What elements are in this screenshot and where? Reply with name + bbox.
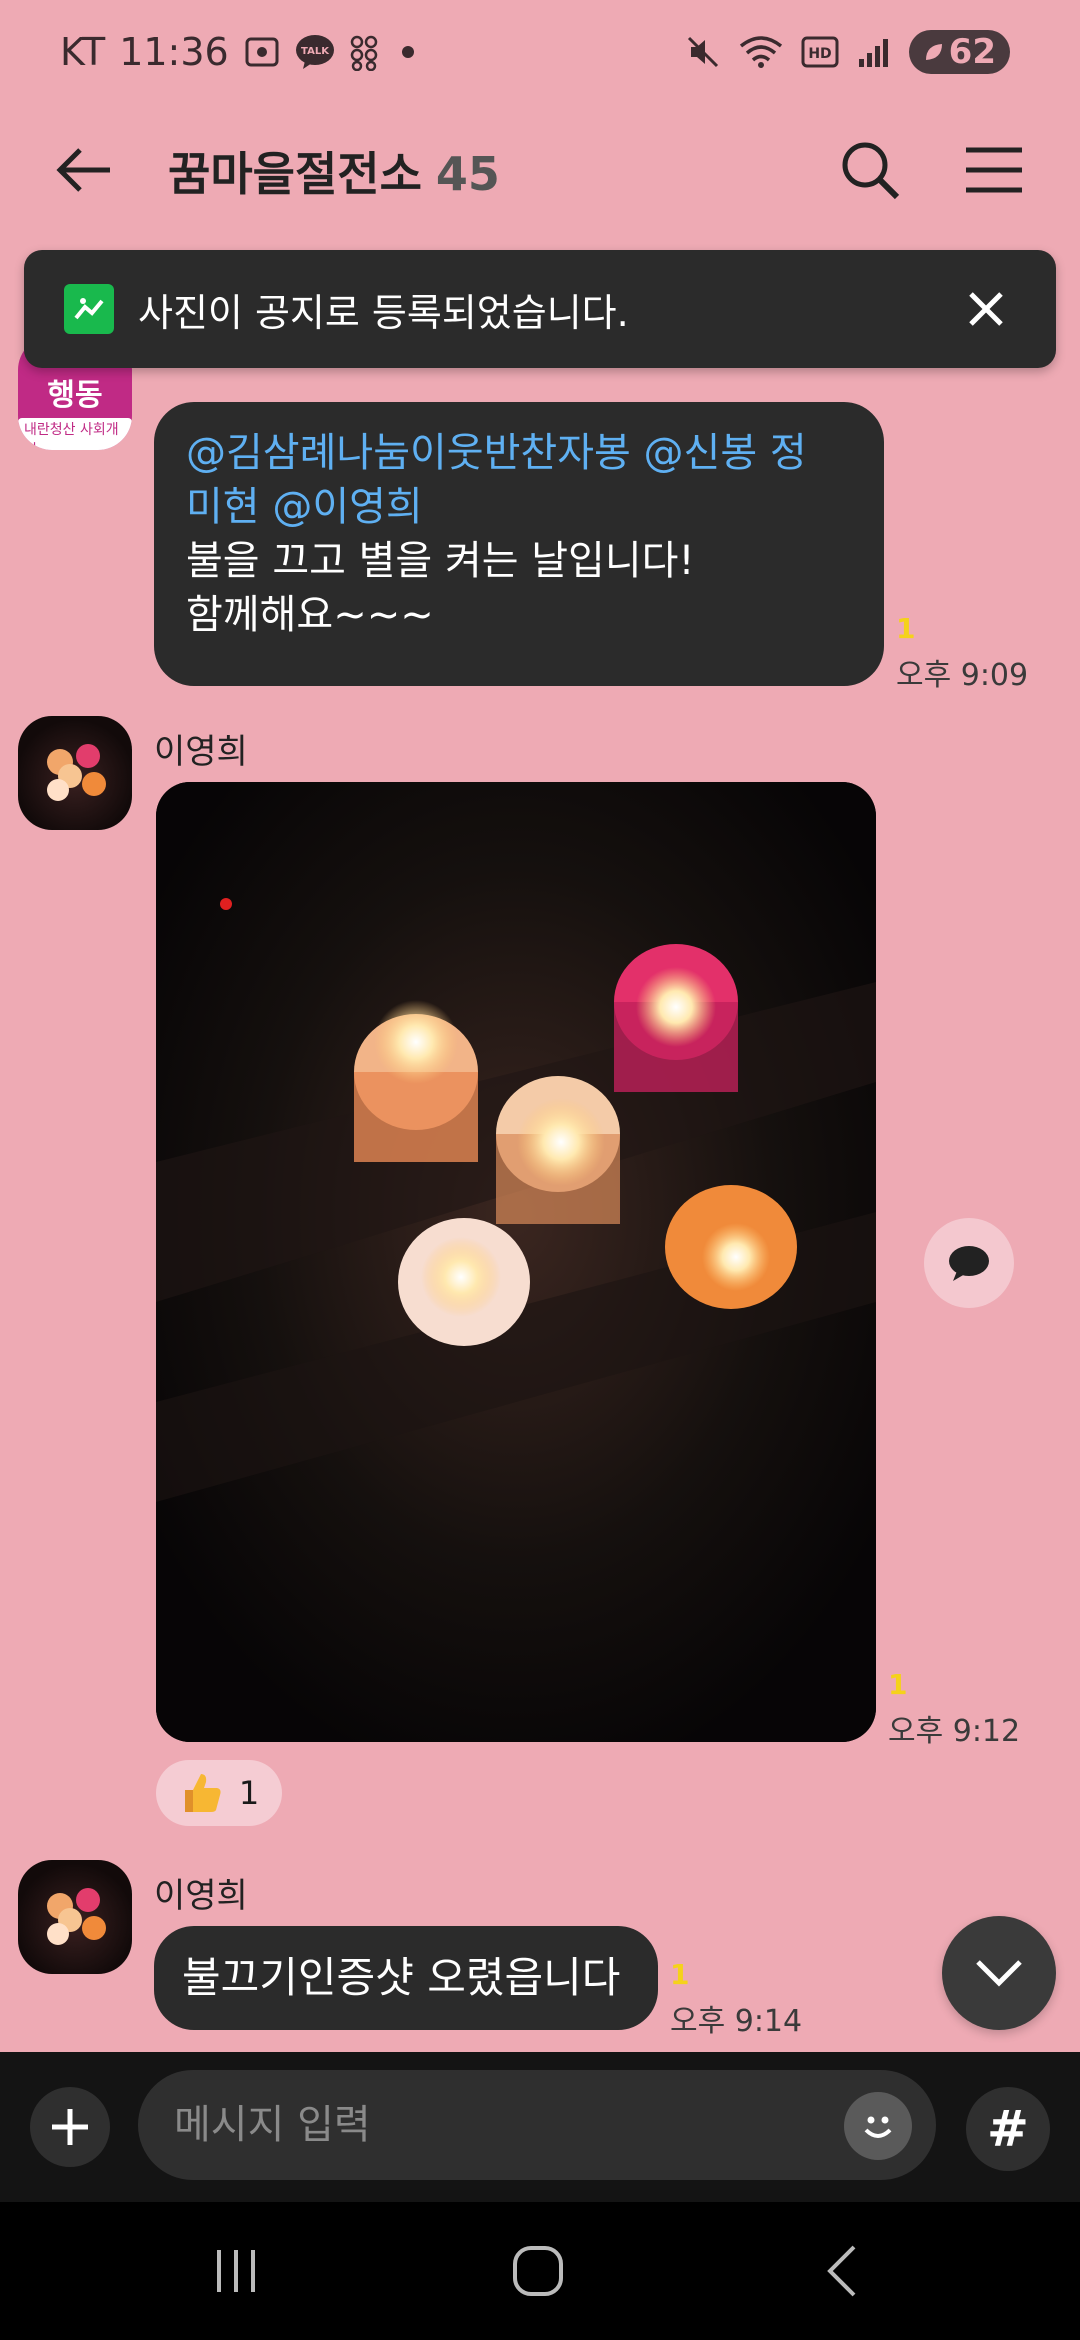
mention-line[interactable]: @김삼례나눔이웃반찬자봉 @신봉 정 [186,426,852,480]
leaf-icon [925,44,942,60]
message-time: 오후 9:09 [896,658,1029,693]
chat-title-area[interactable]: 꿈마을절전소 45 [168,138,500,204]
candles-avatar-image [47,744,106,801]
reaction-chip[interactable]: 1 [156,1760,282,1826]
thumbs-up-icon [184,1774,221,1812]
status-time: 11:36 [119,30,229,74]
recents-icon [217,2250,255,2292]
message-text: 불끄기인증샷 오렸읍니다 [182,1952,621,2002]
home-icon [513,2246,563,2296]
talk-icon: TALK [295,33,335,71]
message-bubble[interactable]: 불끄기인증샷 오렸읍니다 [154,1926,658,2030]
photo-message[interactable] [156,782,876,1742]
member-count: 45 [435,147,500,201]
unread-count: 1 [888,1668,908,1701]
sender-name: 이영희 [154,732,248,772]
chat-header: 꿈마을절전소 45 [0,110,1080,220]
status-left: KT 11:36 TALK [60,24,423,80]
unread-count: 1 [896,612,916,645]
battery-indicator: 62 [908,30,1010,74]
plus-icon [52,2109,88,2145]
menu-button[interactable] [954,130,1034,210]
mention-line[interactable]: 미현 @이영희 [186,480,852,534]
sender-name: 이영희 [154,1876,248,1916]
message-time: 오후 9:14 [670,2004,803,2039]
recents-button[interactable] [186,2236,286,2306]
toast-close-button[interactable] [956,279,1016,339]
close-icon [969,292,1003,326]
signal-icon [857,35,891,69]
emoji-icon [864,2116,892,2138]
message-input[interactable] [174,2070,854,2180]
chat-title: 꿈마을절전소 [168,147,422,201]
battery-level: 62 [948,32,996,72]
screenshot-icon [243,33,281,71]
message-bubble[interactable]: @김삼례나눔이웃반찬자봉 @신봉 정 미현 @이영희 불을 끄고 별을 켜는 날… [154,402,884,686]
app-grid-icon [349,33,379,71]
message-input-bar: # [0,2052,1080,2202]
emoji-button[interactable] [844,2092,912,2160]
candles-photo [156,782,876,1742]
back-button[interactable] [44,130,124,210]
candles-avatar-image [47,1888,106,1945]
message-text-line: 함께해요~~~ [186,592,434,638]
notice-toast: 사진이 공지로 등록되었습니다. [24,250,1056,368]
scroll-to-bottom-button[interactable] [942,1916,1056,2030]
toast-message: 사진이 공지로 등록되었습니다. [138,290,629,335]
system-nav-bar [0,2202,1080,2340]
mute-icon [685,34,721,70]
status-bar: KT 11:36 TALK HD 62 [0,0,1080,100]
hd-icon: HD [801,36,839,68]
notification-dot-icon [393,37,423,67]
svg-text:TALK: TALK [301,46,330,57]
avatar-text-line2: 행동 [47,378,103,413]
search-icon [842,142,900,200]
image-icon [64,284,114,334]
message-time: 오후 9:12 [888,1714,1021,1749]
reaction-count: 1 [238,1774,260,1812]
unread-count: 1 [670,1958,690,1991]
status-right: HD 62 [685,26,1010,78]
menu-icon [966,147,1022,193]
home-button[interactable] [488,2236,588,2306]
back-arrow-icon [56,148,110,192]
message-text-line: 불을 끄고 별을 켜는 날입니다! [186,538,695,584]
chevron-down-icon [976,1960,1022,1987]
comment-icon [949,1246,989,1281]
hashtag-button[interactable]: # [966,2087,1050,2171]
avatar-tag: 내란청산 사회개혁 [18,418,132,450]
comment-button[interactable] [924,1218,1014,1308]
avatar[interactable] [18,1860,132,1974]
nav-back-icon [827,2245,856,2297]
nav-back-button[interactable] [792,2236,892,2306]
wifi-icon [739,34,783,70]
attach-button[interactable] [30,2087,110,2167]
svg-text:HD: HD [808,46,831,62]
carrier-label: KT [60,30,106,74]
message-input-container [138,2070,936,2180]
avatar[interactable] [18,716,132,830]
search-button[interactable] [830,130,910,210]
